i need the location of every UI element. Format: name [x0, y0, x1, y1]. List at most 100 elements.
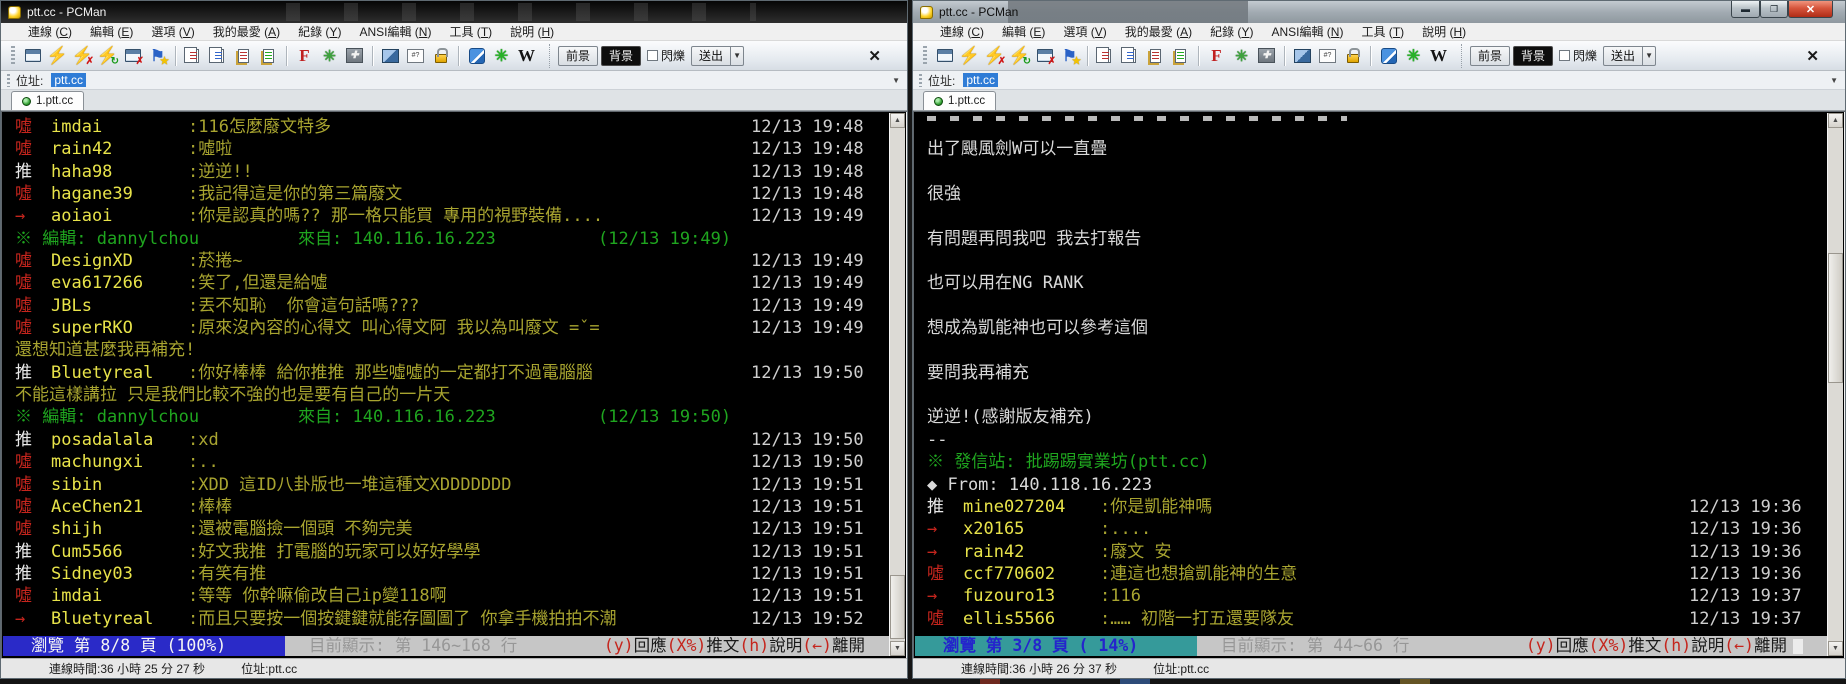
scroll-up-icon[interactable]: ▲ — [1828, 113, 1843, 128]
foreground-button[interactable]: 前景 — [1470, 45, 1511, 66]
tab-ptt[interactable]: 1.ptt.cc — [11, 91, 85, 110]
send-dropdown-icon[interactable]: ▼ — [731, 45, 745, 66]
address-bar: 位址: ptt.cc ▼ — [913, 71, 1845, 90]
menu-item-1[interactable]: 編輯 (E) — [81, 23, 142, 40]
copy-color-icon[interactable] — [207, 44, 230, 68]
add-bookmark-icon[interactable]: ⚑ ★ — [1058, 44, 1081, 68]
wikipedia-icon[interactable]: W — [1427, 44, 1450, 68]
minimize-icon[interactable]: ▬ — [1731, 1, 1760, 18]
reconnect-icon[interactable]: ⚡ ↻ — [1008, 44, 1031, 68]
blink-checkbox[interactable]: 閃爍 — [1559, 47, 1597, 64]
menu-item-5[interactable]: ANSI編輯 (N) — [350, 23, 440, 40]
tab-ptt[interactable]: 1.ptt.cc — [923, 91, 997, 110]
close-session-icon[interactable]: ✗ — [1033, 44, 1056, 68]
font-icon[interactable]: F — [1205, 44, 1228, 68]
toolbar-icons: ⚡ ⚡ ✗ ⚡ ↻ ✗ ⚑ ★ F ✳ ✚ #? ✳ W — [20, 41, 539, 70]
close-session-icon[interactable]: ✗ — [121, 44, 144, 68]
scroll-down-icon[interactable]: ▼ — [890, 641, 905, 656]
paste-find-icon[interactable] — [1169, 44, 1192, 68]
maximize-icon[interactable]: ❐ — [1760, 1, 1788, 18]
scrollbar-thumb[interactable] — [890, 575, 905, 639]
copy-icon[interactable] — [182, 44, 205, 68]
titlebar[interactable]: ptt.cc - PCMan ▬ ❐ ✕ — [913, 1, 1845, 23]
background-button[interactable]: 背景 — [1513, 45, 1554, 66]
toolbar-close-icon[interactable]: ✕ — [1806, 47, 1819, 65]
copy-icon[interactable] — [1094, 44, 1117, 68]
address-dropdown-icon[interactable]: ▼ — [1830, 76, 1838, 85]
paste-find-icon[interactable] — [257, 44, 280, 68]
split-view-icon[interactable] — [379, 44, 402, 68]
toolbar-close-icon[interactable]: ✕ — [868, 47, 881, 65]
article-line: 要問我再補充 — [915, 362, 1827, 384]
menu-item-0[interactable]: 連線 (C) — [931, 23, 993, 40]
wikipedia-icon[interactable]: W — [515, 44, 538, 68]
address-input[interactable]: ptt.cc — [51, 73, 87, 87]
send-button[interactable]: 送出 — [1603, 45, 1644, 66]
copy-color-icon[interactable] — [1119, 44, 1142, 68]
send-dropdown-icon[interactable]: ▼ — [1643, 45, 1657, 66]
session-window-icon[interactable] — [933, 44, 956, 68]
settings-icon[interactable]: ✳ — [318, 44, 341, 68]
edit-segment: ※ 編輯: dannylchou — [15, 228, 200, 249]
paste-icon[interactable] — [232, 44, 255, 68]
scroll-down-icon[interactable]: ▼ — [1828, 641, 1843, 656]
terminal-scrollbar[interactable]: ▲ ▼ — [889, 113, 905, 656]
menu-item-6[interactable]: 工具 (T) — [440, 23, 501, 40]
char-table-icon[interactable]: #? — [1316, 44, 1339, 68]
page-position: 瀏覽 第 3/8 頁 ( 14%) — [915, 636, 1197, 656]
terminal-screen[interactable]: 出了颶風劍W可以一直疊 很強 有問題再問我吧 我去打報告 也可以用在NG RANK 想成… — [913, 111, 1845, 658]
titlebar[interactable]: ptt.cc - PCMan — [1, 1, 907, 23]
background-button[interactable]: 背景 — [601, 45, 642, 66]
foreground-button[interactable]: 前景 — [558, 45, 599, 66]
terminal-screen[interactable]: 噓 imdai:116怎麼廢文特多 12/13 19:48 噓 rain42:噓啦 12/… — [1, 111, 907, 658]
menu-item-7[interactable]: 說明 (H) — [1413, 23, 1475, 40]
menu-item-5[interactable]: ANSI編輯 (N) — [1262, 23, 1352, 40]
address-dropdown-icon[interactable]: ▼ — [892, 76, 900, 85]
quick-connect-icon[interactable]: ⚡ — [958, 44, 981, 68]
commenter-id: posadalala — [51, 429, 154, 450]
reconnect-icon[interactable]: ⚡ ↻ — [96, 44, 119, 68]
pcman-logo-icon[interactable] — [465, 44, 488, 68]
pcman-app-icon — [8, 5, 21, 19]
comment-timestamp: 12/13 19:50 — [751, 362, 864, 383]
scrollbar-thumb[interactable] — [1828, 253, 1843, 383]
disconnect-icon[interactable]: ⚡ ✗ — [983, 44, 1006, 68]
paste-icon[interactable] — [1144, 44, 1167, 68]
menu-item-7[interactable]: 說明 (H) — [501, 23, 563, 40]
send-button[interactable]: 送出 — [691, 45, 732, 66]
pcman-logo-icon[interactable] — [1377, 44, 1400, 68]
quick-connect-icon[interactable]: ⚡ — [46, 44, 69, 68]
disconnect-icon[interactable]: ⚡ ✗ — [71, 44, 94, 68]
address-input[interactable]: ptt.cc — [963, 73, 999, 87]
menu-item-2[interactable]: 選項 (V) — [1054, 23, 1115, 40]
add-bookmark-icon[interactable]: ⚑ ★ — [146, 44, 169, 68]
fullscreen-icon[interactable]: ✚ — [343, 44, 366, 68]
comment-timestamp: 12/13 19:48 — [751, 117, 864, 137]
menu-item-1[interactable]: 編輯 (E) — [993, 23, 1054, 40]
lock-icon[interactable] — [429, 44, 452, 68]
comment-text: :我記得這是你的第三篇廢文 — [188, 184, 403, 205]
scroll-up-icon[interactable]: ▲ — [890, 113, 905, 128]
close-icon[interactable]: ✕ — [1788, 1, 1833, 18]
caption-buttons: ▬ ❐ ✕ — [1731, 1, 1833, 18]
session-window-icon[interactable] — [21, 44, 44, 68]
push-tag: 推 — [15, 362, 32, 383]
ptt-flower-icon[interactable]: ✳ — [490, 44, 513, 68]
menu-item-4[interactable]: 紀錄 (Y) — [1201, 23, 1262, 40]
split-view-icon[interactable] — [1291, 44, 1314, 68]
settings-icon[interactable]: ✳ — [1230, 44, 1253, 68]
menu-item-2[interactable]: 選項 (V) — [142, 23, 203, 40]
menu-item-0[interactable]: 連線 (C) — [19, 23, 81, 40]
fullscreen-icon[interactable]: ✚ — [1255, 44, 1278, 68]
font-icon[interactable]: F — [293, 44, 316, 68]
menu-item-4[interactable]: 紀錄 (Y) — [289, 23, 350, 40]
char-table-icon[interactable]: #? — [404, 44, 427, 68]
terminal-scrollbar[interactable]: ▲ ▼ — [1827, 113, 1843, 656]
ptt-flower-icon[interactable]: ✳ — [1402, 44, 1425, 68]
terminal-rows: 噓 imdai:116怎麼廢文特多 12/13 19:48 噓 rain42:噓啦 12/… — [3, 113, 889, 636]
lock-icon[interactable] — [1341, 44, 1364, 68]
menu-item-6[interactable]: 工具 (T) — [1352, 23, 1413, 40]
menu-item-3[interactable]: 我的最愛 (A) — [204, 23, 289, 40]
blink-checkbox[interactable]: 閃爍 — [647, 47, 685, 64]
menu-item-3[interactable]: 我的最愛 (A) — [1116, 23, 1201, 40]
